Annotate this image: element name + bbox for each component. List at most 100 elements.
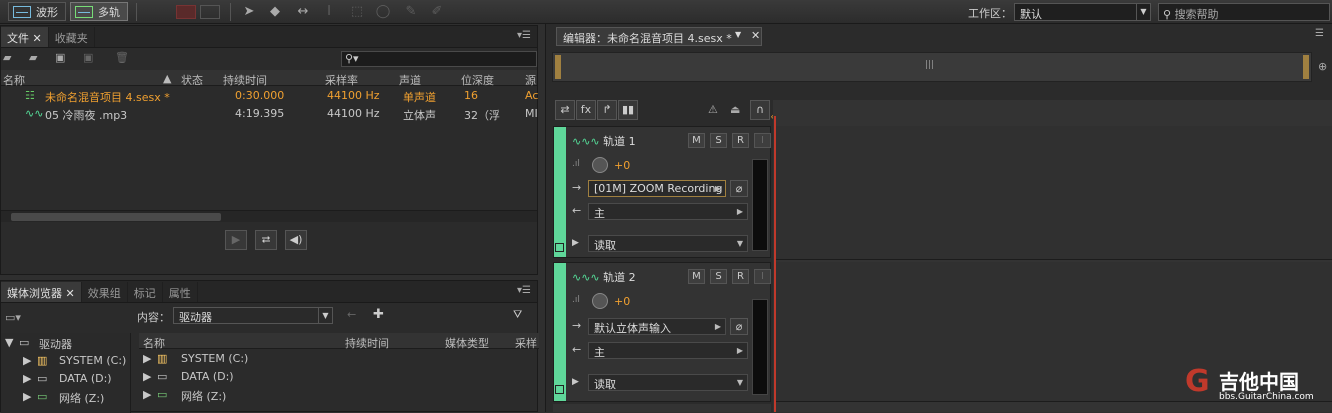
slip-tool-icon[interactable]: ↔ — [294, 3, 312, 21]
add-shortcut-icon[interactable]: ✚ — [373, 307, 384, 322]
sends-button[interactable]: ↱ — [597, 100, 617, 120]
output-arrow-icon: ← — [572, 343, 582, 356]
import-icon[interactable]: ▰ — [29, 51, 37, 64]
output-select[interactable]: 主 ▶ — [588, 203, 748, 220]
expand-triangle-icon[interactable]: ▶ — [572, 238, 579, 248]
track-select-box[interactable] — [555, 385, 564, 394]
track-header[interactable]: ∿∿∿ 轨道 2 M S R I .ıl +0 → 默认立体声输入 ▶ ⌀ ← 主… — [553, 262, 771, 402]
autoplay-button[interactable]: ◀) — [285, 230, 307, 250]
tab-properties[interactable]: 属性 — [163, 282, 198, 302]
output-select[interactable]: 主 ▶ — [588, 342, 748, 359]
record-arm-button[interactable]: R — [732, 269, 749, 284]
tab-files[interactable]: 文件 ✕ — [1, 27, 49, 47]
waveform-mode-button[interactable]: 波形 — [8, 2, 66, 21]
multitrack-mode-button[interactable]: 多轨 — [70, 2, 128, 21]
filter-icon[interactable]: ⛛ — [513, 308, 522, 322]
marquee-tool-icon[interactable]: ⬚ — [348, 3, 366, 21]
horizontal-scrollbar[interactable] — [1, 210, 537, 222]
overview-bar[interactable]: ||| — [552, 52, 1312, 82]
record-arm-button[interactable]: R — [732, 133, 749, 148]
track-name[interactable]: 轨道 1 — [603, 135, 636, 148]
tab-media-browser[interactable]: 媒体浏览器 ✕ — [1, 282, 82, 302]
zoom-handle-right[interactable] — [1303, 55, 1309, 79]
panel-menu-icon[interactable]: ▾☰ — [517, 285, 531, 296]
list-item[interactable]: ▶ ▥ SYSTEM (C:) — [139, 349, 539, 367]
spectral-frequency-icon[interactable] — [176, 5, 196, 19]
zoom-icon[interactable]: ⊕ — [1318, 60, 1327, 73]
track-lane[interactable] — [776, 126, 1332, 260]
tab-editor[interactable]: 编辑器：未命名混音项目 4.sesx * ▼ ✕ — [556, 27, 762, 46]
effects-button[interactable]: fx — [576, 100, 596, 120]
input-select[interactable]: 默认立体声输入 ▶ — [588, 318, 726, 335]
record-arm-icon[interactable]: ⏏ — [730, 103, 740, 116]
chevron-down-icon: ▼ — [735, 30, 742, 39]
polarity-icon[interactable]: ⌀ — [730, 318, 748, 335]
track-header[interactable]: ∿∿∿ 轨道 1 M S R I .ıl +0 → [01M] ZOOM Rec… — [553, 126, 771, 258]
list-item[interactable]: ▶ ▭ 网络 (Z:) — [139, 385, 539, 403]
waveform-mode-label: 波形 — [36, 5, 58, 19]
content-select[interactable]: 驱动器 ▼ — [173, 307, 333, 324]
snap-button[interactable]: ∩ — [750, 100, 770, 120]
close-icon[interactable]: ✕ — [751, 29, 760, 42]
monitor-input-button[interactable]: I — [754, 269, 771, 284]
automation-mode-select[interactable]: 读取 ▼ — [588, 374, 748, 391]
play-button[interactable]: ▶ — [225, 230, 247, 250]
tree-item-drive[interactable]: ▶ ▭ DATA (D:) — [1, 369, 130, 387]
multitrack-icon — [75, 5, 93, 18]
zoom-handle-left[interactable] — [555, 55, 561, 79]
loop-button[interactable]: ⮂ — [255, 230, 277, 250]
table-row[interactable]: ☷ 未命名混音项目 4.sesx * 0:30.000 44100 Hz 单声道… — [1, 86, 538, 104]
polarity-icon[interactable]: ⌀ — [730, 180, 748, 197]
panel-menu-icon[interactable]: ▾☰ — [517, 30, 531, 41]
spot-healing-tool-icon[interactable]: ✐ — [428, 3, 446, 21]
volume-knob[interactable] — [592, 293, 608, 309]
file-filter-input[interactable]: ⚲▾ — [341, 51, 537, 67]
help-search-input[interactable]: ⚲ 搜索帮助 — [1158, 3, 1330, 21]
automation-mode-select[interactable]: 读取 ▼ — [588, 235, 748, 252]
spectral-pitch-icon[interactable] — [200, 5, 220, 19]
search-icon: ⚲ — [1163, 8, 1172, 21]
move-tool-icon[interactable]: ➤ — [240, 3, 258, 21]
volume-value[interactable]: +0 — [614, 159, 630, 172]
workspace-select[interactable]: 默认 ▼ — [1014, 3, 1151, 21]
tree-item-drive[interactable]: ▶ ▭ 网络 (Z:) — [1, 387, 130, 405]
panel-menu-icon[interactable]: ☰ — [1315, 28, 1324, 39]
playhead-line — [774, 116, 776, 412]
track-select-box[interactable] — [555, 243, 564, 252]
back-arrow-icon[interactable]: ← — [347, 308, 356, 321]
volume-value[interactable]: +0 — [614, 295, 630, 308]
monitor-input-button[interactable]: I — [754, 133, 771, 148]
expand-triangle-icon[interactable]: ▶ — [572, 377, 579, 387]
trash-icon[interactable]: 🗑 — [115, 51, 129, 64]
insert-icon[interactable]: ▣ — [83, 51, 93, 64]
tab-markers[interactable]: 标记 — [128, 282, 163, 302]
volume-knob[interactable] — [592, 157, 608, 173]
list-item[interactable]: ▶ ▭ DATA (D:) — [139, 367, 539, 385]
open-folder-icon[interactable]: ▰ — [3, 51, 11, 64]
audio-track-icon: ∿∿∿ — [572, 271, 600, 284]
time-selection-tool-icon[interactable]: I — [320, 3, 338, 21]
tab-effects-rack[interactable]: 效果组 — [82, 282, 128, 302]
mute-button[interactable]: M — [688, 269, 705, 284]
solo-button[interactable]: S — [710, 133, 727, 148]
brush-tool-icon[interactable]: ✎ — [402, 3, 420, 21]
tree-item-drives[interactable]: ▼ ▭ 驱动器 — [1, 333, 130, 351]
razor-tool-icon[interactable]: ◆ — [266, 3, 284, 21]
track-color-stripe — [554, 263, 566, 401]
metronome-icon[interactable]: ⚠ — [708, 103, 718, 116]
scroll-thumb[interactable] — [11, 213, 221, 221]
chevron-down-icon: ▼ — [318, 308, 332, 323]
track-header-partial — [553, 404, 771, 412]
solo-button[interactable]: S — [710, 269, 727, 284]
save-icon[interactable]: ▣ — [55, 51, 65, 64]
lasso-tool-icon[interactable]: ◯ — [374, 3, 392, 21]
table-row[interactable]: ∿∿ 05 冷雨夜 .mp3 4:19.395 44100 Hz 立体声 32（… — [1, 104, 538, 122]
mute-button[interactable]: M — [688, 133, 705, 148]
inputs-outputs-button[interactable]: ⇄ — [555, 100, 575, 120]
tab-favorites[interactable]: 收藏夹 — [49, 27, 95, 47]
track-name[interactable]: 轨道 2 — [603, 271, 636, 284]
input-select[interactable]: [01M] ZOOM Recording ▶ — [588, 180, 726, 197]
eq-button[interactable]: ▮▮ — [618, 100, 638, 120]
view-options-icon[interactable]: ▭▾ — [5, 311, 21, 324]
tree-item-drive[interactable]: ▶ ▥ SYSTEM (C:) — [1, 351, 130, 369]
